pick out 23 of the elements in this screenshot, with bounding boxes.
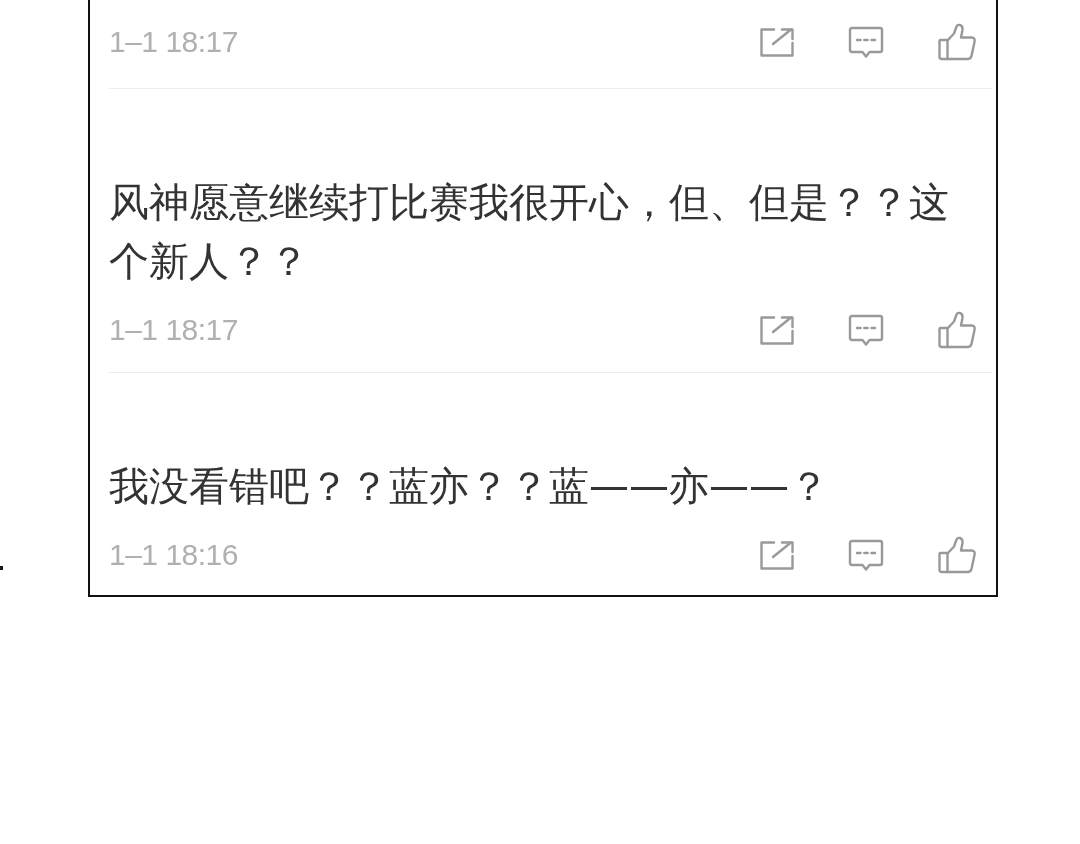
share-button[interactable]	[759, 539, 795, 571]
like-button[interactable]	[937, 536, 977, 574]
comment-time: 1–1 18:17	[109, 27, 238, 57]
comment-icon	[848, 313, 884, 347]
thumbs-up-icon	[937, 23, 977, 61]
comment-text: 风神愿意继续打比赛我很开心，但、但是？？这个新人？？	[109, 178, 950, 286]
thumbs-up-icon	[937, 311, 977, 349]
share-icon	[759, 539, 795, 571]
comment-icon	[848, 25, 884, 59]
share-icon	[759, 26, 795, 58]
comment-button[interactable]	[848, 313, 884, 347]
like-button[interactable]	[937, 23, 977, 61]
share-icon	[759, 314, 795, 346]
comment-icon	[848, 538, 884, 572]
share-button[interactable]	[759, 314, 795, 346]
comment-time: 1–1 18:16	[109, 540, 238, 570]
comment-button[interactable]	[848, 25, 884, 59]
comment-button[interactable]	[848, 538, 884, 572]
thumbs-up-icon	[937, 536, 977, 574]
comment-text: 我没看错吧？？蓝亦？？蓝——亦——？	[109, 462, 830, 511]
like-button[interactable]	[937, 311, 977, 349]
comment-time: 1–1 18:17	[109, 315, 238, 345]
share-button[interactable]	[759, 26, 795, 58]
